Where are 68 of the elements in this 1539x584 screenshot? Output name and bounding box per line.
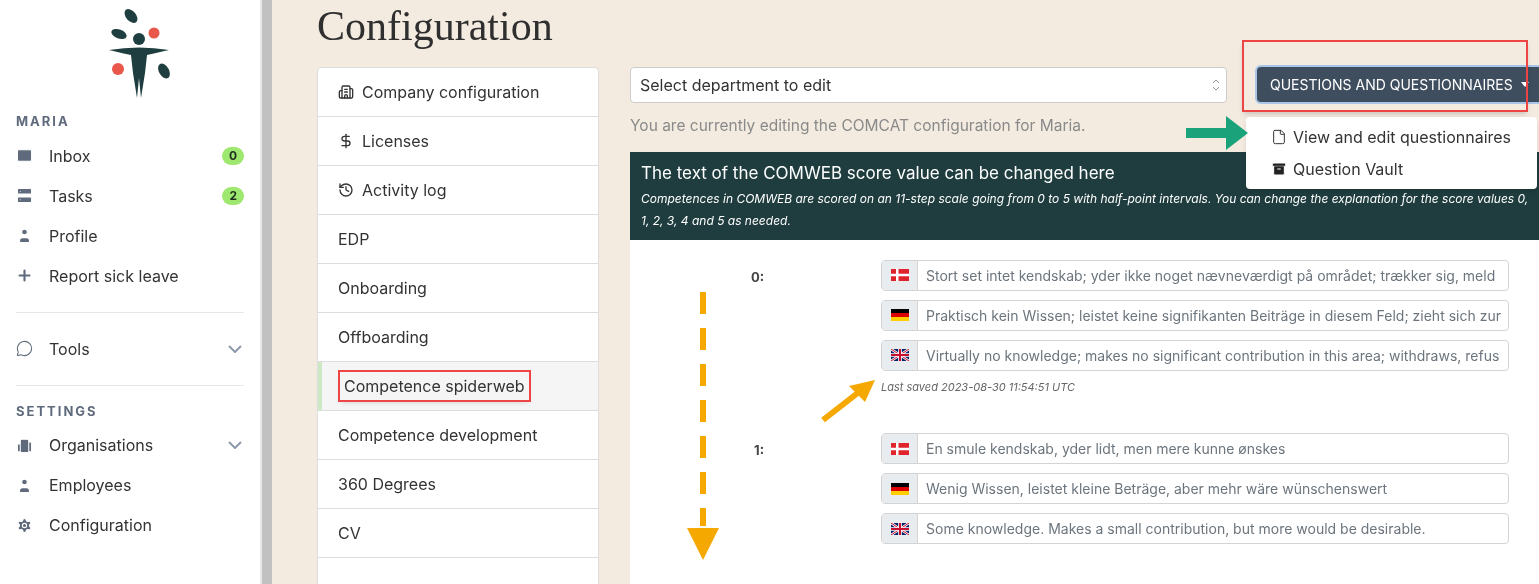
menu-item[interactable]: Licenses — [318, 117, 598, 166]
uk-flag-icon — [890, 522, 909, 535]
menu-item-label: Competence spiderweb — [340, 372, 529, 400]
caret-icon — [1520, 82, 1529, 87]
menu-item[interactable]: Competence spiderweb — [318, 362, 598, 411]
last-saved-note: Last saved 2023-08-30 11:54:51 UTC — [881, 378, 1077, 396]
sidebar-link[interactable]: Configuration — [49, 513, 152, 537]
user-icon — [16, 476, 33, 494]
denmark-flag-icon — [890, 442, 909, 455]
plus-icon — [16, 267, 33, 284]
menu-item-label: Activity log — [362, 179, 447, 202]
menu-item-label: EDP — [338, 228, 370, 251]
sidebar-link[interactable]: Report sick leave — [49, 263, 179, 288]
menu-item-label: Offboarding — [338, 326, 429, 349]
list-icon — [16, 187, 33, 204]
menu-item[interactable]: Onboarding — [318, 264, 598, 313]
sidebar-link[interactable]: Profile — [49, 223, 98, 248]
menu-item-label: Onboarding — [338, 277, 427, 300]
dropdown-arrows-icon — [1212, 79, 1220, 91]
callout-arrow-drawing — [1186, 116, 1248, 150]
count-badge: 0 — [221, 146, 244, 165]
history-icon — [338, 182, 354, 198]
sidebar-link[interactable]: Tasks — [49, 183, 93, 208]
questions-button[interactable]: QUESTIONS AND QUESTIONNAIRES — [1257, 67, 1539, 102]
text-field[interactable]: En smule kendskab, yder lidt, men mere kunne ønskes — [881, 433, 1509, 465]
text-field[interactable]: Wenig Wissen, leistet kleine Beträge, aber mehr wäre wünschenswert — [881, 473, 1509, 505]
menu-item[interactable]: 360 Degrees — [318, 460, 598, 509]
panel-title: The text of the COMWEB score value can be changed here — [641, 162, 1115, 186]
text-field[interactable]: Praktisch kein Wissen; leistet keine signifikanten Beiträge in diesem Feld; zieht sich zur — [881, 299, 1509, 331]
germany-flag-icon — [890, 309, 909, 322]
text-field[interactable]: Stort set intet kendskab; yder ikke noget nævneværdigt på området; trækker sig, meld — [881, 259, 1509, 291]
menu-item-label: CV — [338, 522, 361, 545]
section-heading: MARIA — [16, 112, 71, 131]
uk-flag-icon — [890, 349, 909, 362]
user-icon — [16, 227, 33, 244]
dropdown-item[interactable]: Question Vault — [1293, 157, 1404, 181]
menu-item[interactable]: EDP — [318, 215, 598, 264]
score-label: 0: — [749, 267, 765, 287]
page-title: Configuration — [317, 5, 554, 47]
menu-item[interactable]: Competence development — [318, 411, 598, 460]
editing-note: You are currently editing the COMCAT configuration for Maria. — [630, 115, 1087, 137]
panel-description: Competences in COMWEB are scored on an 11-step scale going from 0 to 5 with half-point intervals. You can change the explanation for the score values 0, 1, 2, 3, 4 and 5 as needed. — [641, 189, 1530, 230]
menu-item-label: Licenses — [362, 130, 430, 153]
sidebar-link[interactable]: Organisations — [49, 433, 154, 457]
denmark-flag-icon — [890, 269, 909, 282]
archive-icon — [1271, 161, 1287, 177]
dropdown-item[interactable]: View and edit questionnaires — [1293, 125, 1512, 149]
menu-item-label: 360 Degrees — [338, 473, 436, 496]
sidebar-link[interactable]: Tools — [49, 336, 90, 361]
menu-item-label: Company configuration — [362, 81, 540, 104]
section-heading: SETTINGS — [16, 401, 99, 421]
menu-item-label: Competence development — [338, 424, 538, 447]
menu-item[interactable]: Activity log — [318, 166, 598, 215]
germany-flag-icon — [890, 482, 909, 495]
sidebar-link[interactable]: Inbox — [49, 143, 91, 168]
dollar-icon — [338, 133, 354, 149]
pointer-arrow-drawing — [819, 378, 877, 424]
settings-icon — [16, 516, 33, 534]
department-select[interactable]: Select department to edit — [630, 67, 1227, 103]
sidebar-link[interactable]: Employees — [49, 473, 132, 497]
count-badge: 2 — [222, 186, 244, 205]
text-field[interactable]: Some knowledge. Makes a small contribution, but more would be desirable. — [881, 513, 1509, 545]
text-field[interactable]: Virtually no knowledge; makes no significant contribution in this area; withdraws, refus — [881, 339, 1509, 371]
score-label: 1: — [753, 441, 765, 461]
menu-item[interactable]: Company configuration — [318, 68, 598, 117]
speech-bubble-icon — [16, 340, 33, 357]
file-icon — [1271, 129, 1287, 145]
menu-item[interactable]: CV — [318, 509, 598, 558]
